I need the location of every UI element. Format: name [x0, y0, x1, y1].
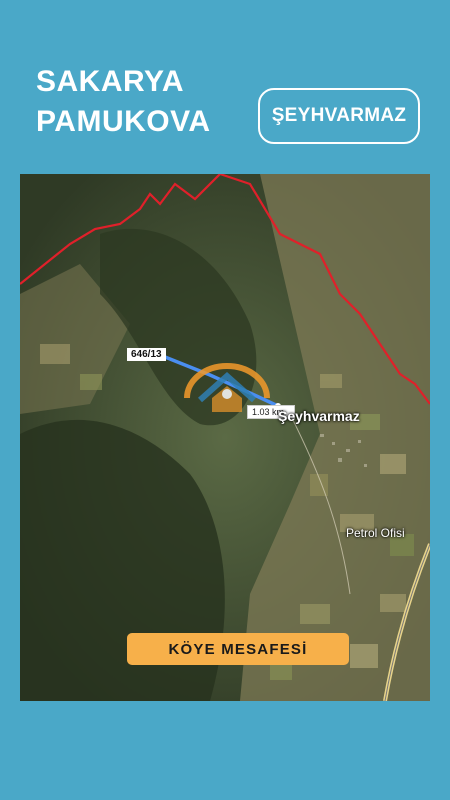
village-name-badge: ŞEYHVARMAZ: [258, 88, 420, 144]
satellite-map[interactable]: [20, 174, 430, 701]
gas-station-label: Petrol Ofisi: [346, 526, 405, 540]
village-place-label: Şeyhvarmaz: [278, 408, 360, 424]
city-name: SAKARYA: [36, 65, 184, 98]
district-name: PAMUKOVA: [36, 105, 211, 138]
parcel-label: 646/13: [127, 348, 166, 361]
satellite-imagery: [20, 174, 430, 701]
village-distance-button[interactable]: KÖYE MESAFESİ: [127, 633, 349, 665]
location-title: SAKARYA PAMUKOVA: [36, 62, 211, 142]
